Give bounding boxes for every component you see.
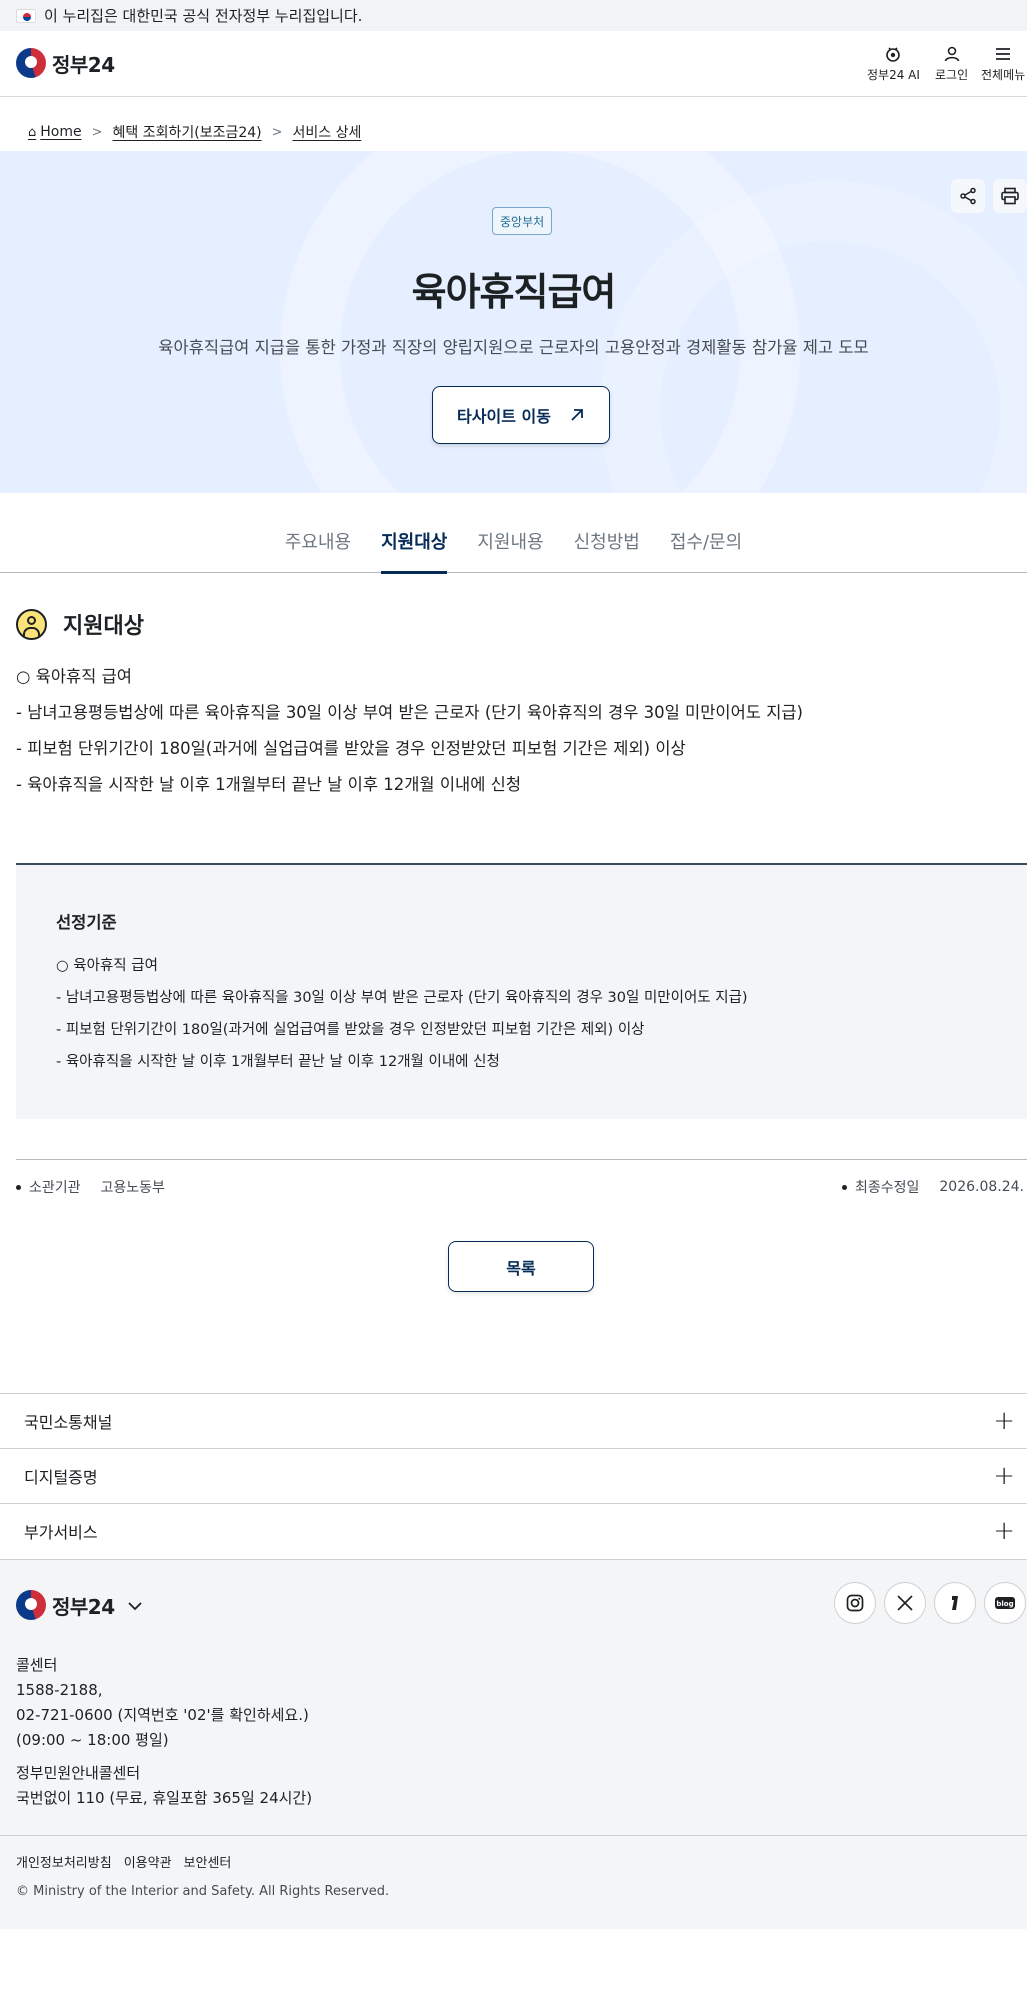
call-center-line: 1588-2188,	[16, 1681, 103, 1699]
full-menu-button[interactable]: 전체메뉴	[981, 45, 1025, 83]
section-title: 지원대상	[63, 614, 144, 639]
copyright: © Ministry of the Interior and Safety. A…	[16, 1884, 390, 1899]
agency-label: 소관기관	[29, 1180, 81, 1196]
tab-eligibility[interactable]: 지원대상	[381, 520, 448, 574]
footer-logo-dropdown[interactable]: 정부24	[16, 1590, 143, 1620]
terms-link[interactable]: 이용약관	[124, 1852, 172, 1871]
modified-label: 최종수정일	[854, 1180, 920, 1196]
site-header: 정부24 정부24 AI 로그인 전체메뉴	[0, 31, 1027, 97]
selection-criteria-box: 선정기준 ○ 육아휴직 급여 - 남녀고용평등법상에 따른 육아휴직을 30일 …	[16, 863, 1027, 1119]
chevron-down-icon	[127, 1596, 143, 1615]
svg-text:blog: blog	[996, 1600, 1013, 1608]
privacy-policy-link[interactable]: 개인정보처리방침	[16, 1852, 112, 1871]
content-line: - 남녀고용평등법상에 따른 육아휴직을 30일 이상 부여 받은 근로자 (단…	[16, 703, 803, 722]
bullet-icon	[841, 1184, 847, 1190]
share-button[interactable]	[951, 179, 985, 213]
criteria-line: ○ 육아휴직 급여	[56, 958, 158, 974]
list-button[interactable]: 목록	[448, 1241, 594, 1292]
arrow-up-right-icon	[571, 409, 583, 421]
accordion-label: 부가서비스	[24, 1523, 98, 1542]
gov-center-title: 정부민원안내콜센터	[16, 1764, 141, 1782]
agency-type-badge: 중앙부처	[492, 207, 553, 235]
eligibility-content: ○ 육아휴직 급여 - 남녀고용평등법상에 따른 육아휴직을 30일 이상 부여…	[16, 664, 1016, 808]
agency-value: 고용노동부	[100, 1180, 165, 1196]
logo-text: 정부24	[52, 52, 115, 77]
gov-notice-text: 이 누리집은 대한민국 공식 전자정부 누리집입니다.	[44, 7, 363, 25]
tab-contact[interactable]: 접수/문의	[670, 520, 742, 573]
home-icon: ⌂	[28, 125, 37, 140]
login-label: 로그인	[935, 68, 969, 82]
footer-contact-info: 콜센터 1588-2188, 02-721-0600 (지역번호 '02'를 확…	[16, 1653, 312, 1811]
page-title: 육아휴직급여	[411, 270, 617, 314]
selection-criteria-content: ○ 육아휴직 급여 - 남녀고용평등법상에 따른 육아휴직을 30일 이상 부여…	[56, 955, 748, 1083]
content-line: - 육아휴직을 시작한 날 이후 1개월부터 끝난 날 이후 12개월 이내에 …	[16, 775, 522, 794]
external-site-button[interactable]: 타사이트 이동	[432, 386, 610, 444]
modified-date-info: 최종수정일 2026.08.24.	[841, 1177, 1024, 1197]
plus-icon: +	[993, 1516, 1015, 1546]
hamburger-icon	[993, 45, 1013, 63]
service-hero: 중앙부처 육아휴직급여 육아휴직급여 지급을 통한 가정과 직장의 양립지원으로…	[0, 151, 1027, 493]
footer-links: 개인정보처리방침 이용약관 보안센터	[16, 1852, 231, 1871]
ai-label: 정부24 AI	[867, 68, 920, 82]
accordion-label: 디지털증명	[24, 1468, 98, 1487]
breadcrumb-service-detail[interactable]: 서비스 상세	[293, 122, 362, 142]
external-site-label: 타사이트 이동	[457, 407, 551, 426]
ai-bot-icon	[883, 45, 903, 63]
bullet-icon	[16, 1184, 21, 1190]
gov-center-line: 국번없이 110 (무료, 휴일포함 365일 24시간)	[16, 1789, 313, 1807]
gov-emblem-icon	[16, 1590, 46, 1620]
criteria-line: - 육아휴직을 시작한 날 이후 1개월부터 끝난 날 이후 12개월 이내에 …	[56, 1054, 500, 1070]
breadcrumb-home[interactable]: ⌂ Home	[28, 124, 82, 140]
tab-how-to-apply[interactable]: 신청방법	[574, 520, 640, 573]
gov-notice-bar: 이 누리집은 대한민국 공식 전자정부 누리집입니다.	[0, 0, 1027, 31]
blog-icon[interactable]: blog	[984, 1582, 1026, 1624]
divider	[0, 1835, 1027, 1836]
site-footer: 정부24 blog 콜센터 1588-2188, 02-721-0600 (지역…	[0, 1559, 1027, 1929]
footer-logo-text: 정부24	[52, 1594, 115, 1619]
call-center-title: 콜센터	[16, 1656, 58, 1674]
gov24-logo[interactable]: 정부24	[16, 48, 115, 78]
detail-tabs: 주요내용 지원대상 지원내용 신청방법 접수/문의	[0, 520, 1027, 574]
ai-button[interactable]: 정부24 AI	[867, 45, 920, 83]
accordion-digital-certificate[interactable]: 디지털증명 +	[0, 1448, 1027, 1503]
login-button[interactable]: 로그인	[935, 45, 968, 83]
print-button[interactable]	[993, 179, 1027, 213]
tab-support-content[interactable]: 지원내용	[477, 520, 543, 573]
accordion-label: 국민소통채널	[24, 1413, 113, 1432]
x-icon[interactable]	[884, 1582, 926, 1624]
modified-value: 2026.08.24.	[939, 1179, 1024, 1195]
section-heading: 지원대상	[16, 608, 144, 640]
security-center-link[interactable]: 보안센터	[184, 1852, 232, 1871]
accordion-additional-services[interactable]: 부가서비스 +	[0, 1503, 1027, 1558]
content-line: - 피보험 단위기간이 180일(과거에 실업급여를 받았을 경우 인정받았던 …	[16, 739, 686, 758]
chevron-right-icon: >	[271, 124, 283, 140]
instagram-icon[interactable]	[834, 1582, 876, 1624]
user-icon	[942, 45, 962, 63]
person-icon	[16, 608, 47, 640]
full-menu-label: 전체메뉴	[981, 68, 1026, 82]
gov-emblem-icon	[16, 48, 46, 78]
korea-flag-icon	[16, 8, 36, 23]
plus-icon: +	[993, 1406, 1015, 1436]
content-line: ○ 육아휴직 급여	[16, 667, 132, 686]
breadcrumb: ⌂ Home > 혜택 조회하기(보조금24) > 서비스 상세	[28, 122, 361, 142]
call-center-line: 02-721-0600 (지역번호 '02'를 확인하세요.)	[16, 1706, 309, 1724]
share-icon	[960, 187, 976, 205]
print-icon	[1001, 187, 1019, 205]
criteria-line: - 피보험 단위기간이 180일(과거에 실업급여를 받았을 경우 인정받았던 …	[56, 1022, 645, 1038]
accordion-citizen-channel[interactable]: 국민소통채널 +	[0, 1393, 1027, 1448]
divider	[16, 1159, 1027, 1160]
service-description: 육아휴직급여 지급을 통한 가정과 직장의 양립지원으로 근로자의 고용안정과 …	[158, 338, 869, 357]
call-center-line: (09:00 ~ 18:00 평일)	[16, 1731, 169, 1749]
criteria-line: - 남녀고용평등법상에 따른 육아휴직을 30일 이상 부여 받은 근로자 (단…	[56, 990, 748, 1006]
breadcrumb-benefits[interactable]: 혜택 조회하기(보조금24)	[113, 122, 262, 142]
chevron-right-icon: >	[91, 124, 103, 140]
tab-main-content[interactable]: 주요내용	[285, 520, 351, 573]
agency-info: 소관기관 고용노동부	[16, 1177, 165, 1197]
plus-icon: +	[993, 1461, 1015, 1491]
selection-criteria-title: 선정기준	[56, 913, 117, 932]
kakao-icon[interactable]	[934, 1582, 976, 1624]
